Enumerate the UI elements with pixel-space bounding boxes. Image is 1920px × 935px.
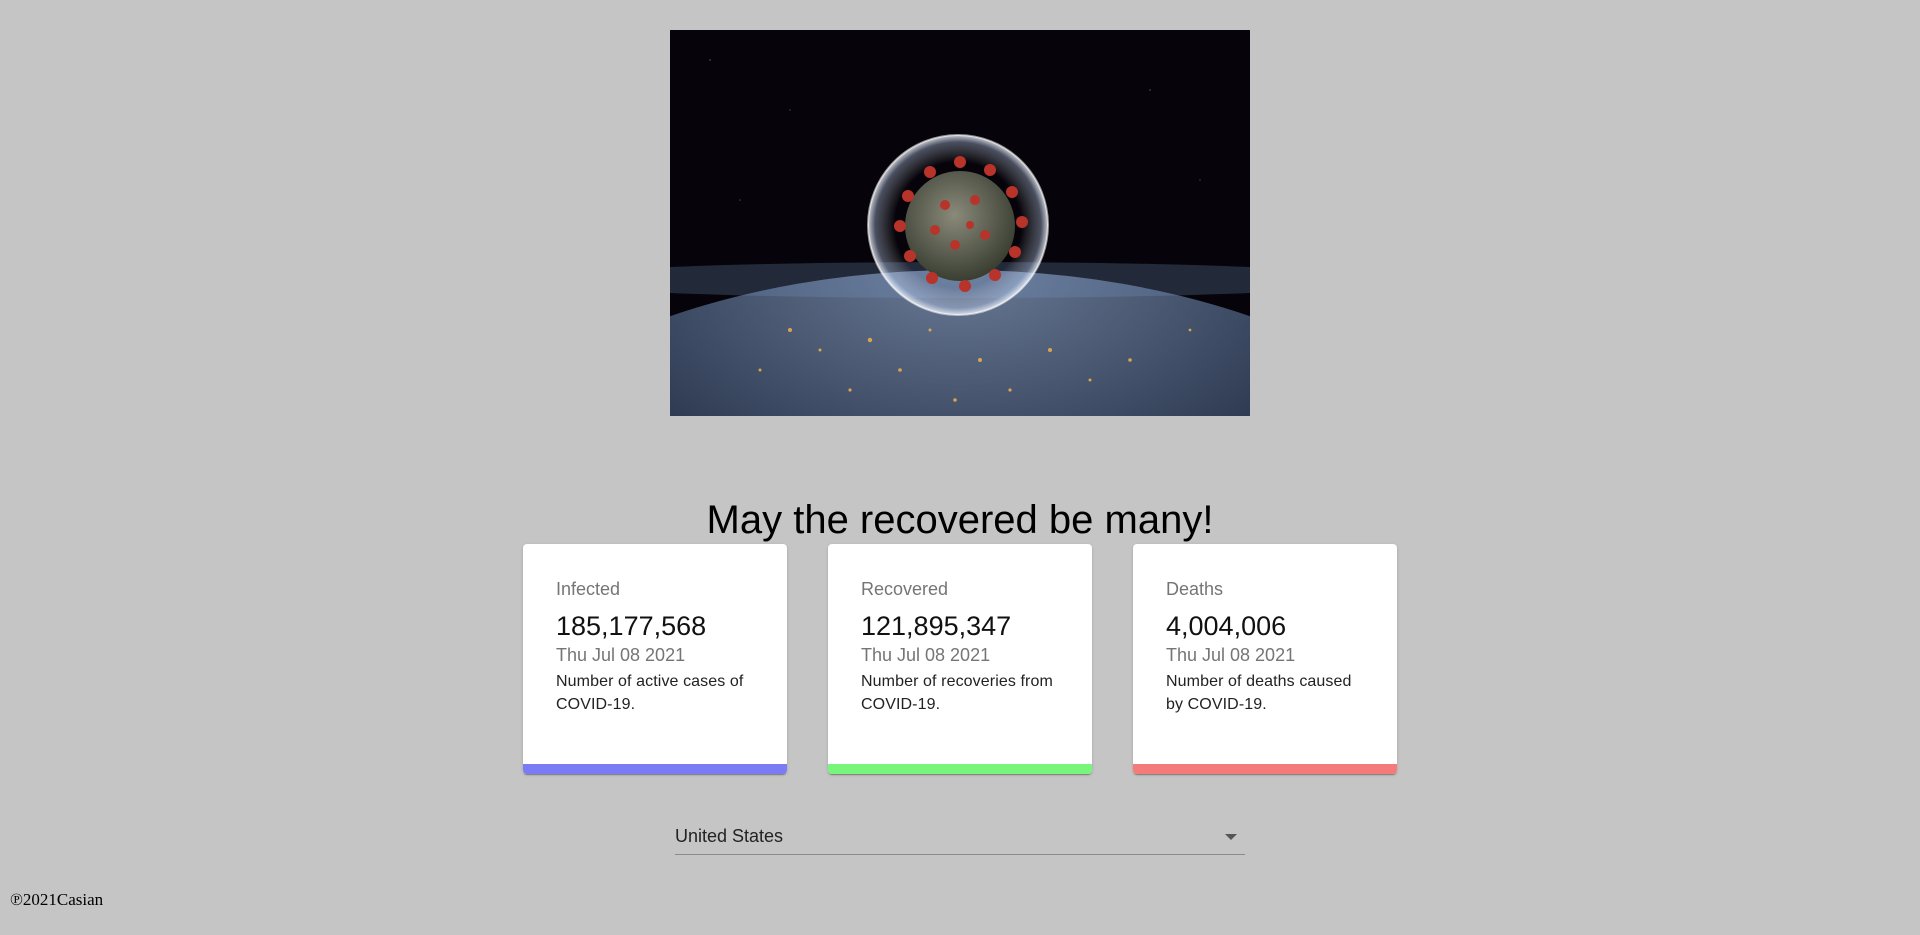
card-date: Thu Jul 08 2021 <box>1166 645 1296 665</box>
hero-image <box>670 30 1250 416</box>
card-title: Deaths <box>1166 579 1224 599</box>
recovered-card: Recovered 121,895,347 Thu Jul 08 2021 Nu… <box>828 544 1092 774</box>
card-date: Thu Jul 08 2021 <box>861 645 991 665</box>
card-color-bar <box>1133 764 1397 774</box>
infected-card: Infected 185,177,568 Thu Jul 08 2021 Num… <box>523 544 787 774</box>
card-title: Infected <box>556 579 621 599</box>
footer-copyright: ℗2021Casian <box>10 890 104 909</box>
card-value: 121,895,347 <box>861 611 1012 641</box>
card-title: Recovered <box>861 579 949 599</box>
chevron-down-icon[interactable] <box>1225 834 1237 840</box>
card-value: 185,177,568 <box>556 611 707 641</box>
country-select[interactable]: United States <box>675 815 1245 855</box>
page-headline: May the recovered be many! <box>706 498 1214 542</box>
card-date: Thu Jul 08 2021 <box>556 645 686 665</box>
card-value: 4,004,006 <box>1166 611 1287 641</box>
card-color-bar <box>523 764 787 774</box>
deaths-card: Deaths 4,004,006 Thu Jul 08 2021 Number … <box>1133 544 1397 774</box>
card-description: Number of active cases of COVID-19. <box>556 673 744 713</box>
card-color-bar <box>828 764 1092 774</box>
card-description: Number of deaths caused by COVID-19. <box>1166 673 1352 713</box>
card-description: Number of recoveries from COVID-19. <box>861 673 1053 713</box>
virus-over-earth-image <box>670 30 1250 416</box>
country-select-value: United States <box>675 826 784 846</box>
